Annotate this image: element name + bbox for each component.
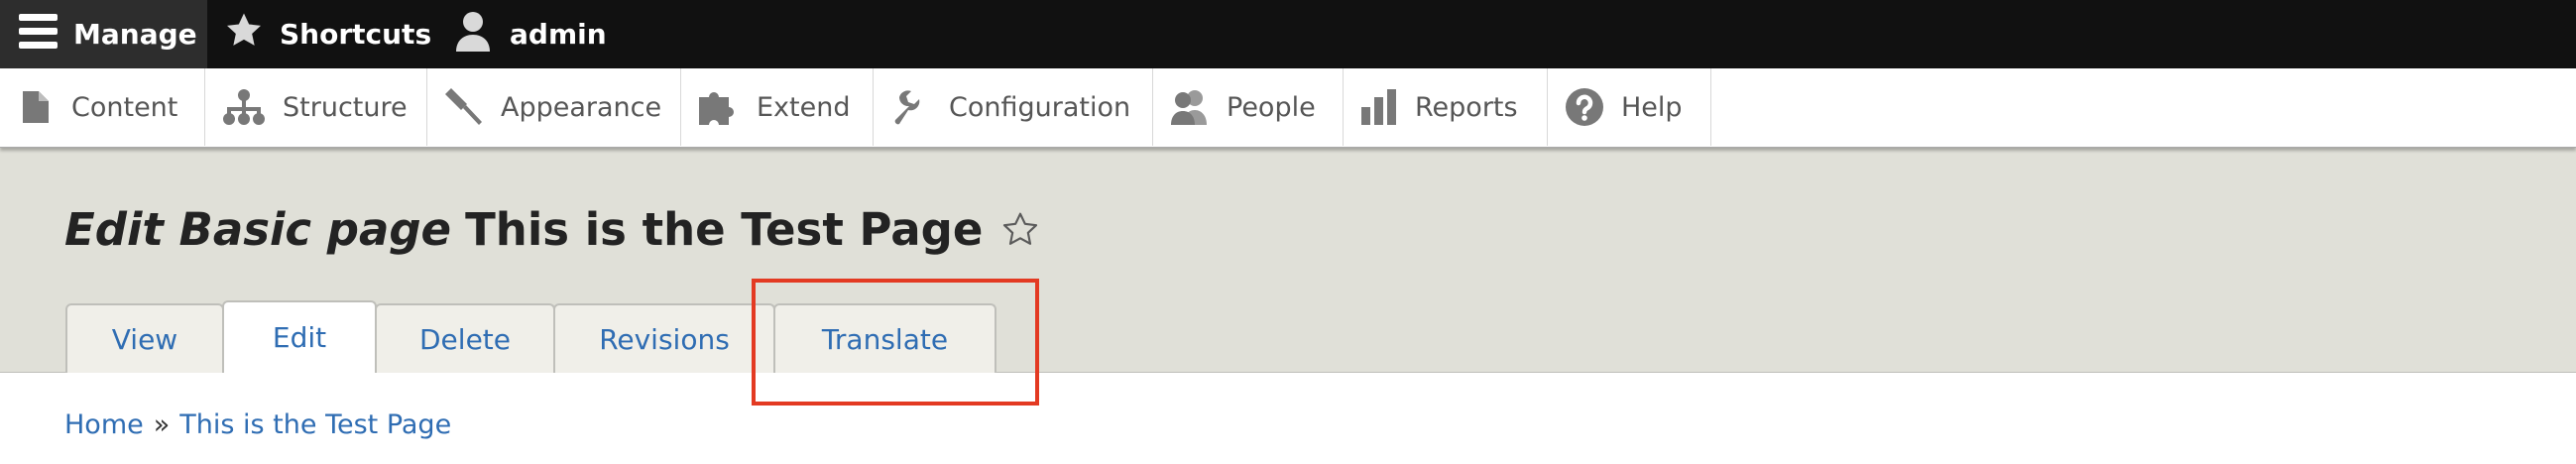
breadcrumb-separator: » xyxy=(153,409,171,440)
manage-button[interactable]: Manage xyxy=(0,0,207,68)
tray-item-label: Help xyxy=(1621,91,1683,123)
manage-label: Manage xyxy=(73,18,197,51)
shortcuts-label: Shortcuts xyxy=(280,18,432,51)
tab-label: Delete xyxy=(419,322,511,356)
tray-item-content[interactable]: Content xyxy=(0,68,205,146)
highlight-box xyxy=(752,279,1039,406)
tray-item-label: People xyxy=(1227,91,1316,123)
breadcrumb: Home » This is the Test Page xyxy=(64,409,451,440)
page-title: Edit Basic page This is the Test Page xyxy=(64,203,1040,256)
tray-item-appearance[interactable]: Appearance xyxy=(427,68,681,146)
tab-label: View xyxy=(111,322,178,356)
star-icon xyxy=(224,11,264,58)
breadcrumb-current-link[interactable]: This is the Test Page xyxy=(179,409,451,440)
tray-item-label: Configuration xyxy=(949,91,1131,123)
user-icon xyxy=(454,10,492,58)
bar-chart-icon xyxy=(1361,89,1396,125)
admin-toolbar: Manage Shortcuts admin xyxy=(0,0,2576,68)
tray-item-help[interactable]: Help xyxy=(1548,68,1711,146)
tray-item-extend[interactable]: Extend xyxy=(681,68,874,146)
sitemap-icon xyxy=(223,89,265,125)
tab-edit[interactable]: Edit xyxy=(222,300,377,373)
shortcuts-button[interactable]: Shortcuts xyxy=(224,0,431,68)
tray-item-label: Extend xyxy=(757,91,851,123)
tray-item-label: Structure xyxy=(283,91,408,123)
tab-revisions[interactable]: Revisions xyxy=(553,303,775,373)
puzzle-icon xyxy=(699,92,735,125)
user-label: admin xyxy=(510,18,607,51)
tray-item-people[interactable]: People xyxy=(1153,68,1344,146)
page-header: Edit Basic page This is the Test Page Vi… xyxy=(0,148,2576,373)
tray-item-configuration[interactable]: Configuration xyxy=(874,68,1153,146)
breadcrumb-home-link[interactable]: Home xyxy=(64,409,144,440)
paintbrush-icon xyxy=(445,88,482,125)
tray-item-label: Reports xyxy=(1415,91,1518,123)
document-icon xyxy=(23,91,49,123)
tab-label: Edit xyxy=(272,321,327,354)
tray-item-reports[interactable]: Reports xyxy=(1344,68,1548,146)
hamburger-menu-icon xyxy=(19,13,58,56)
question-icon xyxy=(1566,88,1603,126)
people-icon xyxy=(1171,90,1207,125)
tray-item-structure[interactable]: Structure xyxy=(205,68,427,146)
shortcut-star-icon[interactable] xyxy=(1000,210,1040,250)
page-title-text: This is the Test Page xyxy=(465,203,984,256)
page-title-prefix: Edit Basic page xyxy=(64,203,452,256)
tab-label: Revisions xyxy=(599,322,730,356)
tab-view[interactable]: View xyxy=(65,303,224,373)
tray-item-label: Content xyxy=(71,91,178,123)
tab-delete[interactable]: Delete xyxy=(375,303,555,373)
manage-tray: Content Structure Appearance Extend Conf… xyxy=(0,68,2576,148)
user-account-button[interactable]: admin xyxy=(454,0,607,68)
tray-item-label: Appearance xyxy=(501,91,662,123)
wrench-icon xyxy=(894,90,920,125)
